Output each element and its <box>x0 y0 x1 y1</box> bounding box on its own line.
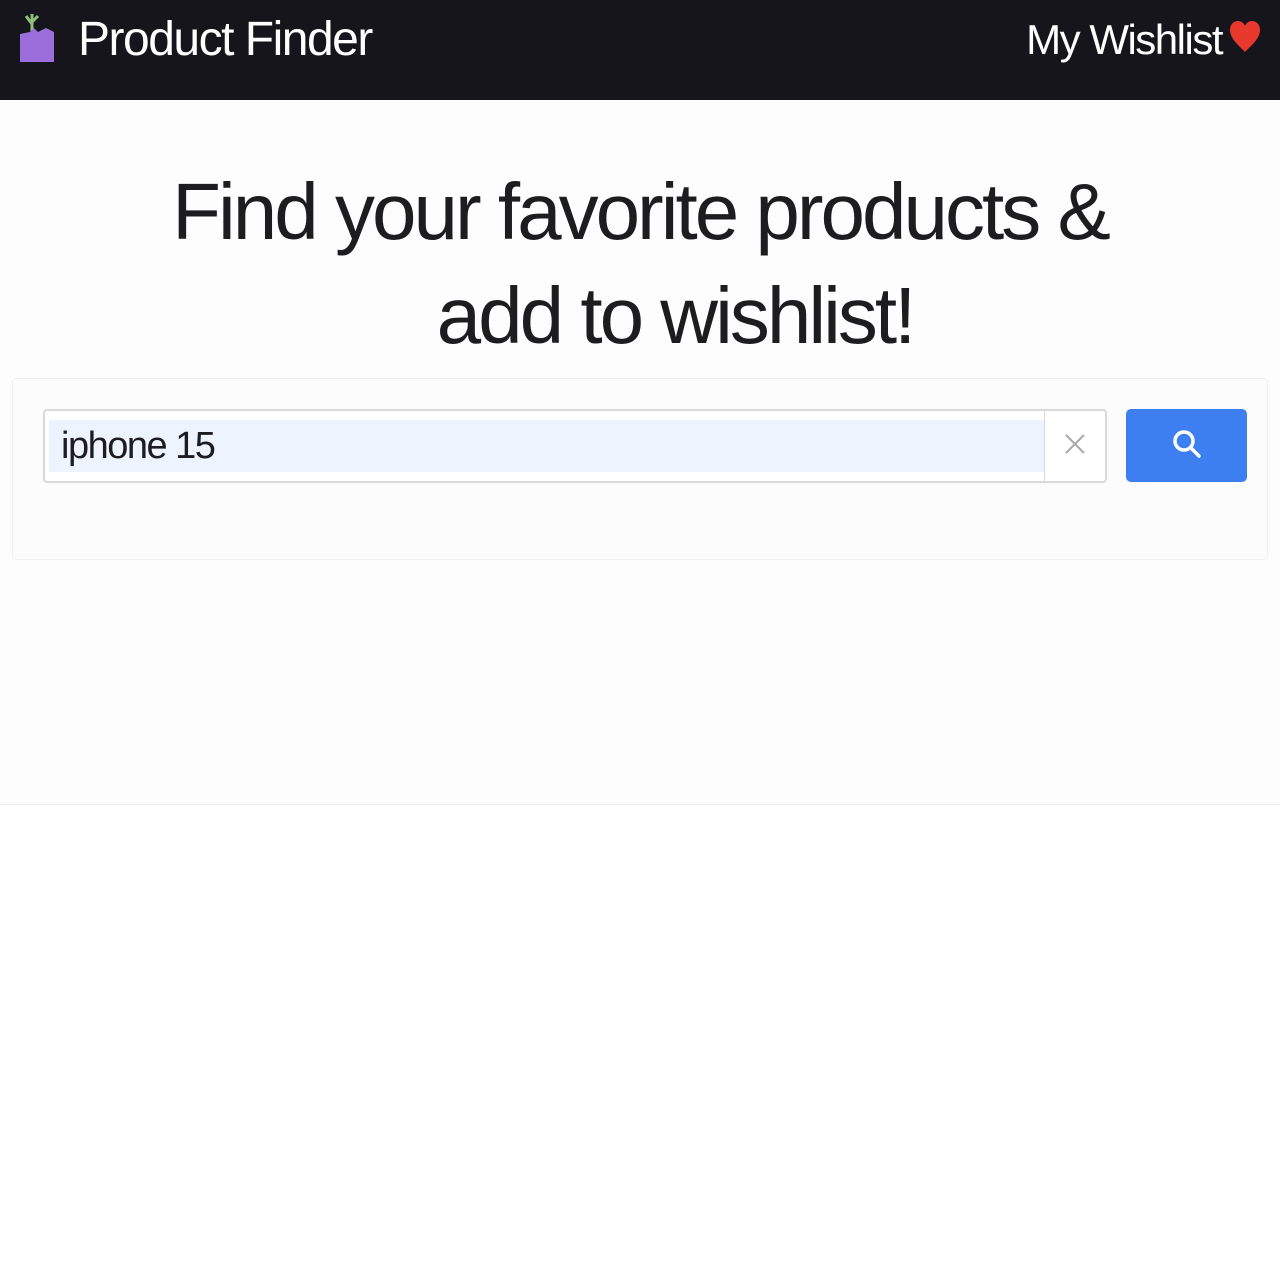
page-title-line-1: Find your favorite products & <box>172 167 1111 256</box>
search-button[interactable] <box>1126 409 1247 482</box>
search-panel <box>12 378 1268 560</box>
top-navbar: Product Finder My Wishlist <box>0 0 1280 100</box>
brand-link[interactable]: Product Finder <box>18 4 373 76</box>
page-title-line-2: add to wishlist! <box>436 271 917 360</box>
shopping-bag-icon <box>18 10 58 70</box>
clear-search-button[interactable] <box>1044 411 1105 481</box>
search-input[interactable] <box>49 420 1044 472</box>
search-icon <box>1171 428 1203 463</box>
wishlist-label: My Wishlist <box>1026 16 1223 63</box>
page-title: Find your favorite products & add to wis… <box>0 160 1280 368</box>
heart-icon <box>1228 20 1262 54</box>
hero-section: Find your favorite products & add to wis… <box>0 100 1280 805</box>
brand-title: Product Finder <box>78 13 373 66</box>
my-wishlist-link[interactable]: My Wishlist <box>1026 10 1262 70</box>
search-field-group <box>43 409 1107 483</box>
close-icon <box>1063 432 1087 461</box>
